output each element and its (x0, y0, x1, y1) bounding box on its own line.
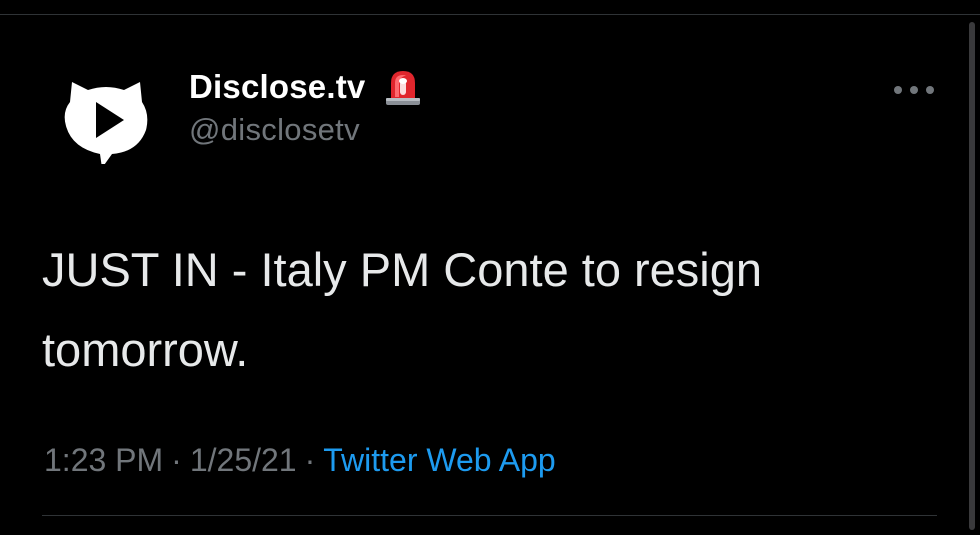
display-name[interactable]: Disclose.tv (189, 68, 365, 106)
siren-emoji-icon (383, 67, 423, 107)
scrollbar[interactable] (969, 22, 975, 530)
top-divider (0, 14, 980, 15)
tweet: Disclose.tv @disclosetv JUST IN - Italy … (42, 60, 942, 478)
tweet-header: Disclose.tv @disclosetv (42, 60, 942, 170)
more-dot-icon (926, 86, 934, 94)
separator: · (171, 442, 182, 478)
play-speech-bubble-icon (64, 82, 148, 164)
more-dot-icon (910, 86, 918, 94)
tweet-date[interactable]: 1/25/21 (190, 442, 297, 478)
separator: · (304, 442, 316, 478)
author-names: Disclose.tv @disclosetv (189, 66, 423, 148)
tweet-text: JUST IN - Italy PM Conte to resign tomor… (42, 243, 763, 376)
source-link[interactable]: Twitter Web App (323, 442, 555, 478)
avatar[interactable] (58, 68, 154, 164)
more-dot-icon (894, 86, 902, 94)
handle[interactable]: @disclosetv (189, 112, 423, 148)
bottom-divider (42, 515, 937, 516)
display-name-row: Disclose.tv (189, 66, 423, 108)
more-options-button[interactable] (894, 80, 934, 100)
tweet-meta: 1:23 PM · 1/25/21 · Twitter Web App (44, 442, 556, 479)
tweet-time[interactable]: 1:23 PM (44, 442, 163, 478)
